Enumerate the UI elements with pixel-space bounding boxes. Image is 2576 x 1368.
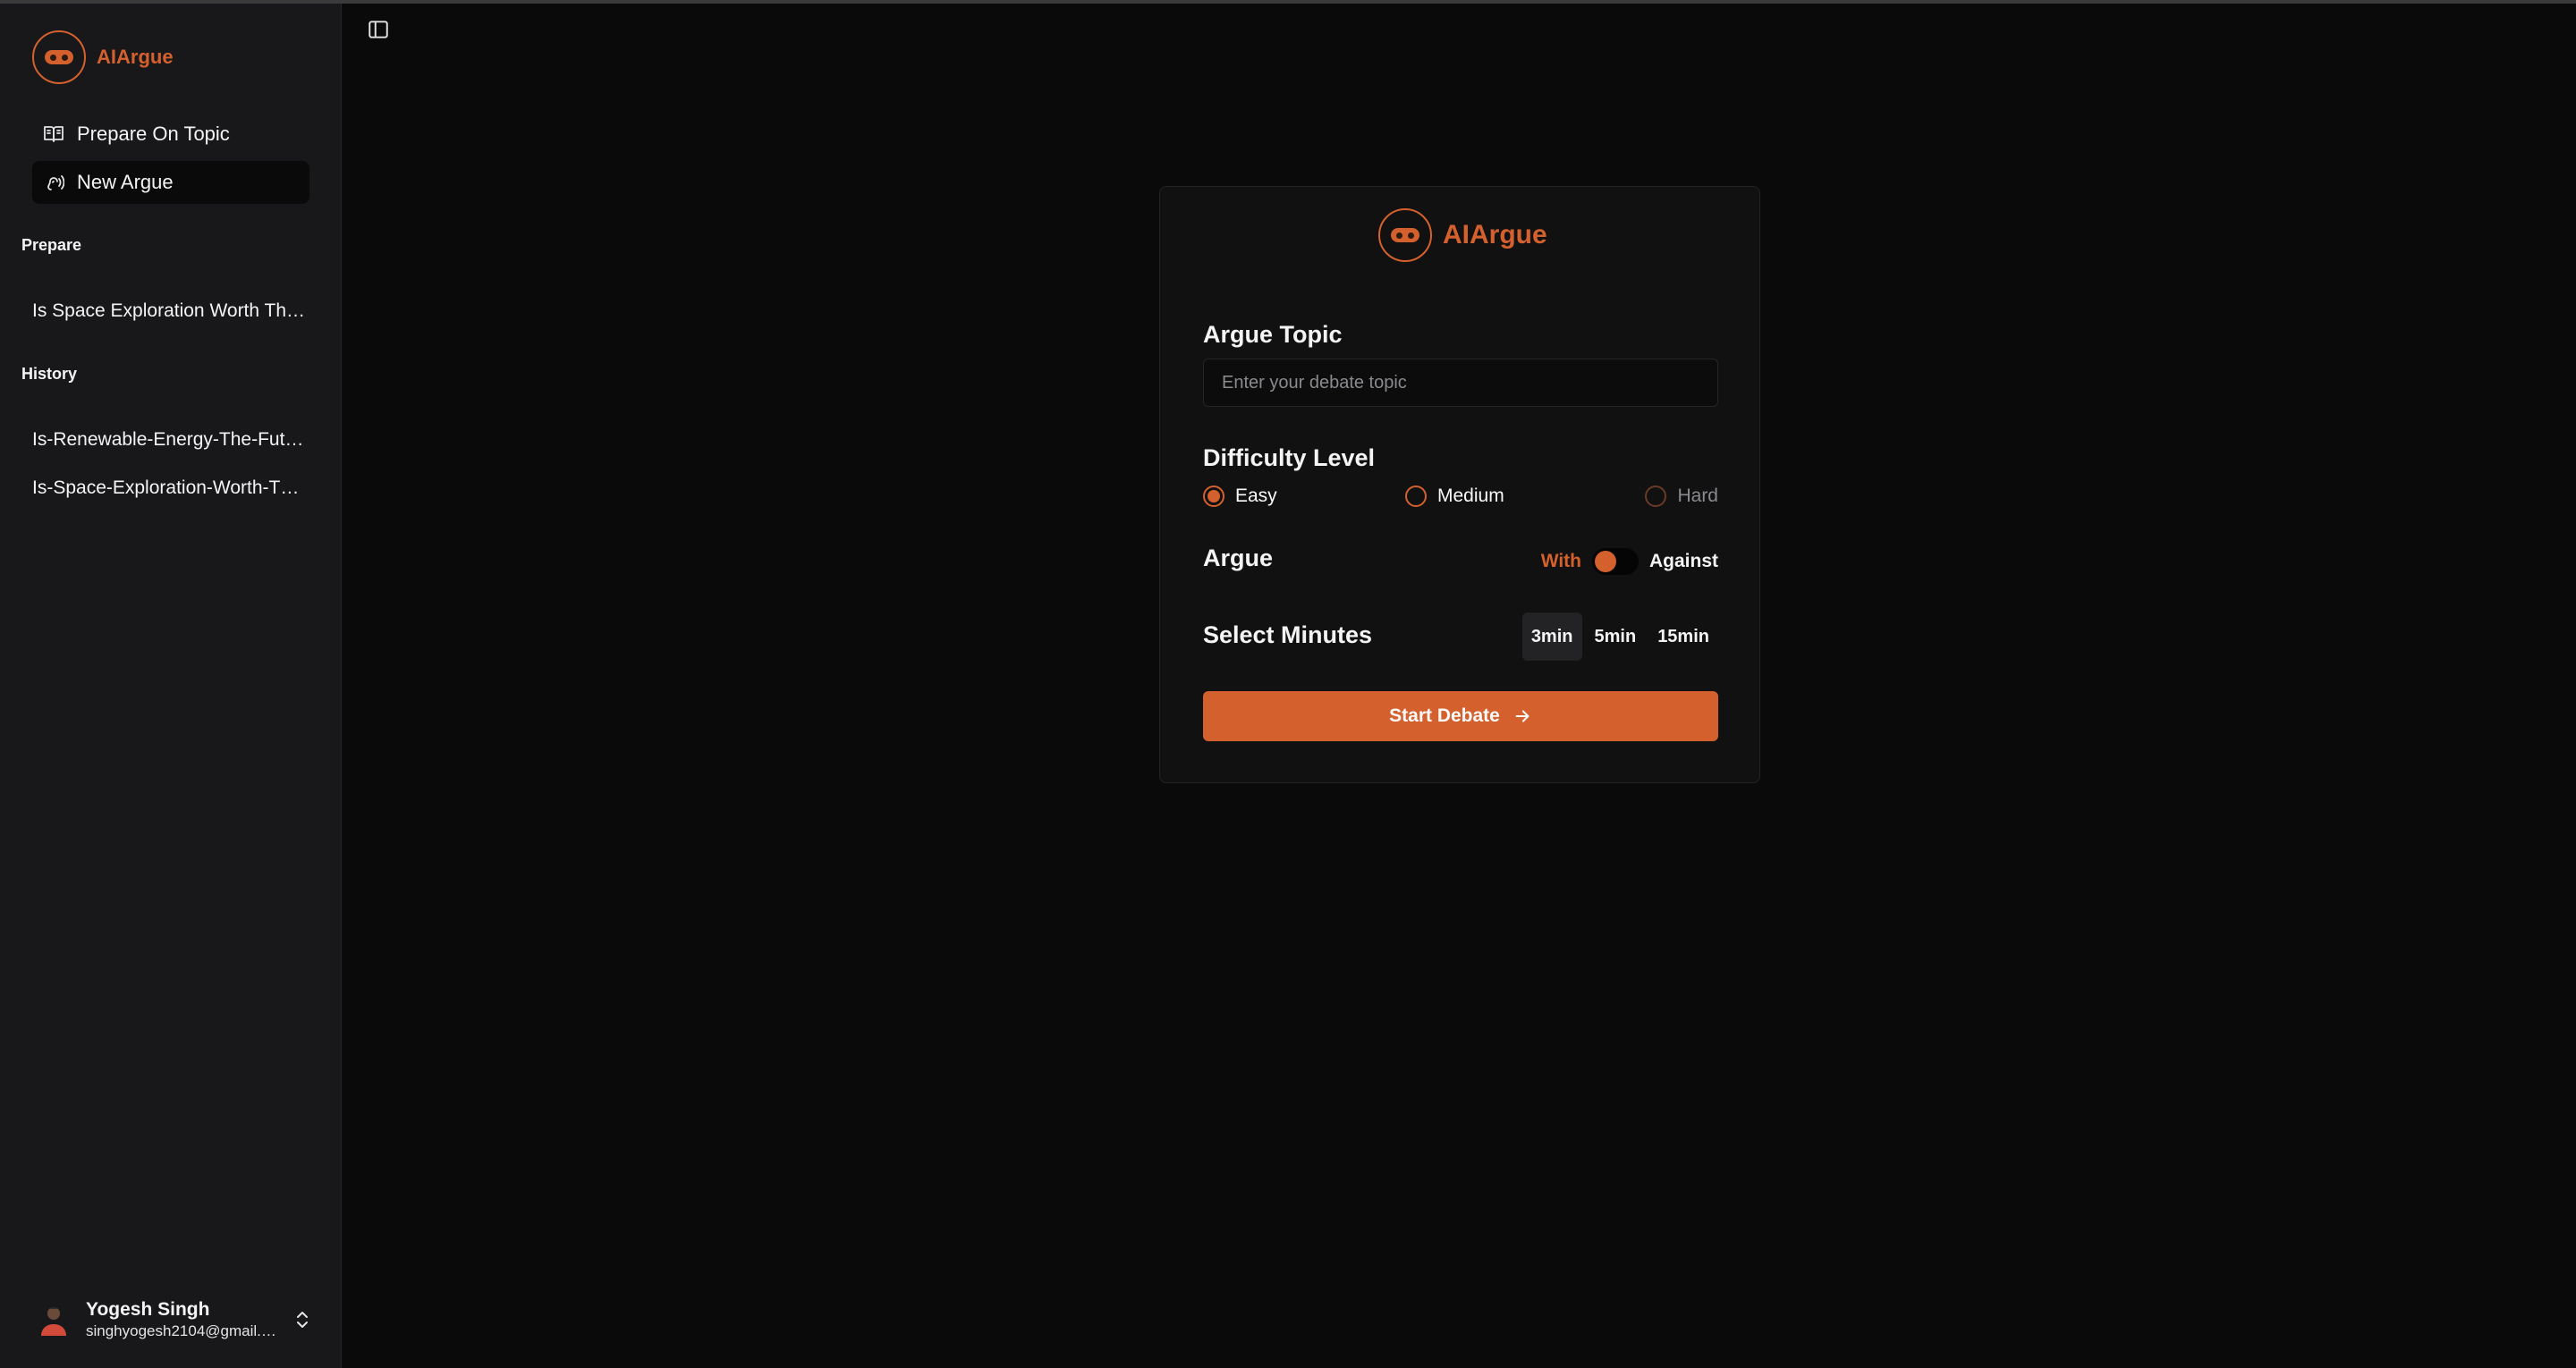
start-debate-label: Start Debate [1389,705,1500,726]
sidebar: AIArgue Prepare On Topic New Argue Prepa… [0,4,342,1368]
debate-setup-card: AIArgue Argue Topic Difficulty Level Eas… [1159,186,1760,783]
radio-unchecked-icon [1645,486,1667,507]
argue-label: Argue [1203,545,1274,571]
radio-unchecked-icon [1405,486,1427,507]
argue-row: Argue With Against [1203,545,1718,580]
section-label-prepare: Prepare [21,236,82,254]
radio-label: Easy [1235,486,1277,506]
sidebar-brand[interactable]: AIArgue [32,30,174,84]
brand-name: AIArgue [97,46,174,68]
topic-label: Argue Topic [1203,321,1343,348]
stance-toggle[interactable] [1591,548,1639,575]
user-email: singhyogesh2104@gmail.com [86,1322,283,1339]
speaker-icon [47,175,64,190]
card-brand: AIArgue [1378,208,1547,262]
history-item[interactable]: Is-Space-Exploration-Worth-The-Investmen… [32,477,309,499]
card-brand-name: AIArgue [1443,220,1547,249]
argue-stance-switch[interactable]: With Against [1541,548,1718,575]
nav-label: Prepare On Topic [77,122,230,145]
topic-input[interactable] [1203,359,1718,407]
section-label-history: History [21,365,78,383]
minutes-row: Select Minutes 3min 5min 15min [1203,612,1718,663]
prepare-item[interactable]: Is Space Exploration Worth The Investmen… [32,300,309,322]
sidebar-toggle-icon[interactable] [367,18,390,41]
with-label: With [1540,551,1581,571]
minutes-label: Select Minutes [1203,621,1373,648]
user-menu[interactable]: Yogesh Singh singhyogesh2104@gmail.com [36,1295,313,1345]
against-label: Against [1648,551,1718,571]
minutes-options: 3min 5min 15min [1521,612,1718,661]
history-item[interactable]: Is-Renewable-Energy-The-Future [32,429,309,451]
difficulty-label: Difficulty Level [1203,444,1376,471]
radio-label: Medium [1437,486,1504,506]
difficulty-medium-radio[interactable]: Medium [1405,486,1504,507]
start-debate-button[interactable]: Start Debate [1203,691,1718,741]
radio-checked-icon [1203,486,1224,507]
minutes-15-option[interactable]: 15min [1648,612,1718,661]
window-top-border [0,0,2576,4]
radio-label: Hard [1677,486,1718,506]
robot-logo-icon [32,30,86,84]
minutes-3-option[interactable]: 3min [1521,612,1582,661]
difficulty-hard-radio[interactable]: Hard [1645,486,1718,507]
avatar [36,1302,72,1338]
minutes-5-option[interactable]: 5min [1586,612,1646,661]
arrow-right-icon [1515,710,1530,722]
book-open-icon [44,126,64,142]
difficulty-easy-radio[interactable]: Easy [1203,486,1277,507]
difficulty-radio-group: Easy Medium Hard [1203,486,1718,512]
nav-new-argue[interactable]: New Argue [32,161,309,204]
chevrons-up-down-icon [297,1312,308,1328]
nav-label: New Argue [77,171,174,193]
robot-logo-icon [1378,208,1432,262]
user-name: Yogesh Singh [86,1299,210,1320]
nav-prepare-on-topic[interactable]: Prepare On Topic [32,113,309,156]
